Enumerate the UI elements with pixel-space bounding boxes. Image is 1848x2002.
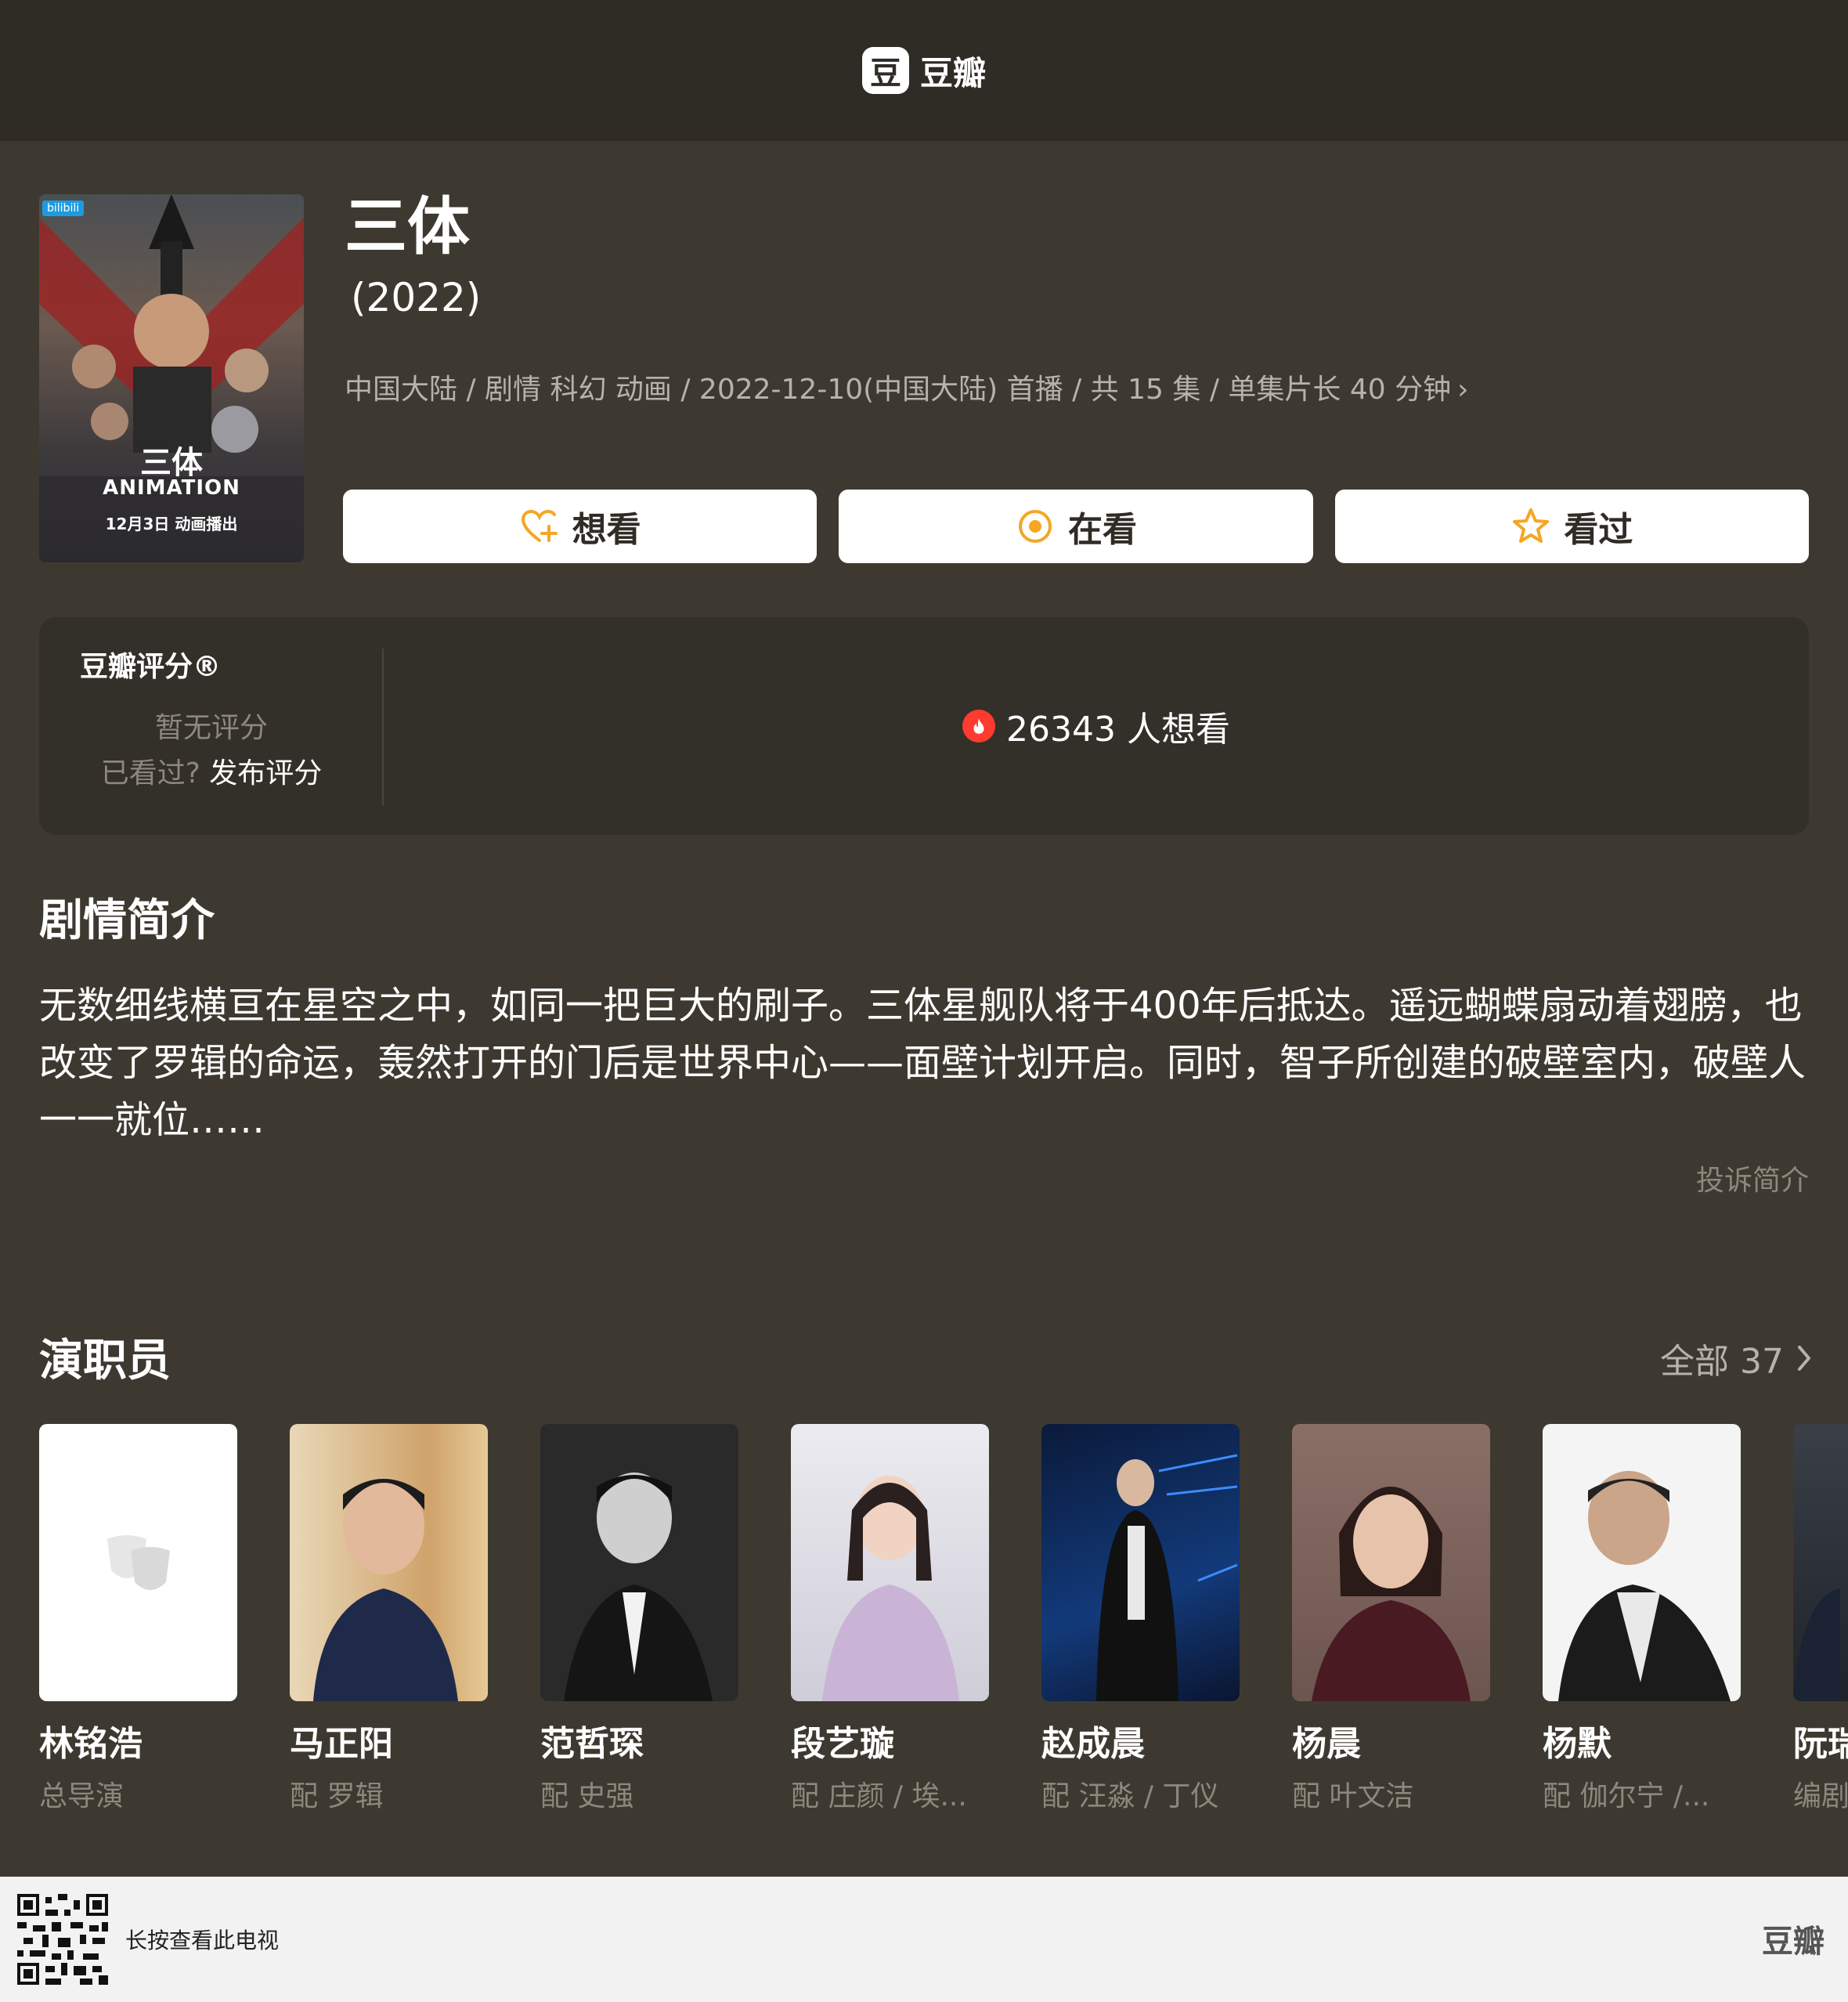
action-buttons: 想看 在看 看过 [343, 490, 1809, 563]
cast-name: 马正阳 [290, 1724, 393, 1764]
cast-item[interactable]: 马正阳 配 罗辑 [290, 1424, 488, 1814]
cast-photo [540, 1424, 738, 1701]
top-bar: 豆 豆瓣 [0, 0, 1848, 141]
douban-logo[interactable]: 豆 豆瓣 [861, 47, 986, 95]
cast-item[interactable]: 阮瑞 编剧 [1793, 1424, 1848, 1814]
show-year: (2022) [351, 275, 482, 320]
cast-name: 杨晨 [1292, 1724, 1361, 1764]
rating-label: 豆瓣评分® [80, 651, 222, 683]
synopsis-text[interactable]: 无数细线横亘在星空之中，如同一把巨大的刷子。三体星舰队将于400年后抵达。遥远蝴… [39, 978, 1825, 1149]
poster-artwork [39, 194, 304, 562]
cast-role: 编剧 [1793, 1780, 1848, 1812]
heart-plus-icon [521, 509, 558, 542]
cast-name: 赵成晨 [1041, 1724, 1145, 1764]
cast-item[interactable]: 杨晨 配 叶文洁 [1292, 1424, 1490, 1814]
douban-logo-text: 豆瓣 [919, 53, 986, 92]
cast-item[interactable]: 杨默 配 伽尔宁 /... [1543, 1424, 1741, 1814]
rating-score-area: 豆瓣评分® 暂无评分 已看过? 发布评分 [39, 617, 384, 835]
poster-date: 12月3日 动画播出 [105, 515, 238, 533]
cast-item[interactable]: 范哲琛 配 史强 [540, 1424, 738, 1814]
cast-role: 配 叶文洁 [1292, 1780, 1414, 1812]
rating-none: 暂无评分 [154, 712, 268, 744]
show-meta[interactable]: 中国大陆 / 剧情 科幻 动画 / 2022-12-10(中国大陆) 首播 / … [345, 367, 1832, 407]
flame-icon [962, 710, 996, 743]
cast-name: 范哲琛 [540, 1724, 644, 1764]
chevron-right-icon: › [1457, 374, 1469, 406]
show-meta-text: 中国大陆 / 剧情 科幻 动画 / 2022-12-10(中国大陆) 首播 / … [345, 374, 1452, 406]
show-title: 三体 [345, 190, 470, 263]
rating-prompt-text: 已看过? [100, 757, 200, 790]
rating-prompt: 已看过? 发布评分 [39, 750, 384, 791]
cast-role: 配 汪淼 / 丁仪 [1041, 1780, 1219, 1812]
cast-list[interactable]: 林铭浩 总导演 马正阳 配 罗辑 范哲琛 配 史强 段艺璇 配 庄颜 / 埃..… [39, 1424, 1848, 1816]
wish-count: 26343 人想看 [384, 617, 1809, 835]
cast-photo [791, 1424, 989, 1701]
cast-item[interactable]: 赵成晨 配 汪淼 / 丁仪 [1041, 1424, 1240, 1814]
cast-photo [290, 1424, 488, 1701]
watched-label: 看过 [1564, 510, 1633, 550]
cast-photo [1793, 1424, 1848, 1701]
cast-role: 配 伽尔宁 /... [1543, 1780, 1710, 1812]
star-icon [1513, 508, 1550, 543]
poster-subtitle: ANIMATION [103, 476, 240, 500]
cast-photo [1543, 1424, 1741, 1701]
report-synopsis-link[interactable]: 投诉简介 [1696, 1158, 1809, 1198]
douban-logo-mark: 豆 [861, 47, 909, 94]
chevron-right-icon [1798, 1346, 1810, 1371]
qr-code-icon[interactable] [17, 1894, 108, 1985]
theater-masks-icon [106, 1535, 170, 1590]
want-to-watch-button[interactable]: 想看 [343, 490, 818, 563]
cast-role: 配 史强 [540, 1780, 634, 1812]
rating-panel: 豆瓣评分® 暂无评分 已看过? 发布评分 26343 人想看 [39, 617, 1809, 835]
cast-photo [1041, 1424, 1240, 1701]
avatar-placeholder [39, 1424, 237, 1701]
cast-item[interactable]: 段艺璇 配 庄颜 / 埃... [791, 1424, 989, 1814]
platform-badge: bilibili [42, 201, 85, 216]
footer-banner: 长按查看此电视 豆瓣 [0, 1877, 1848, 2002]
synopsis-title: 剧情简介 [39, 895, 215, 946]
cast-title: 演职员 [39, 1335, 171, 1386]
wish-count-text: 26343 人想看 [1006, 710, 1230, 750]
watched-button[interactable]: 看过 [1334, 490, 1809, 563]
cast-name: 段艺璇 [791, 1724, 894, 1764]
see-all-cast-link[interactable]: 全部 37 [1660, 1333, 1814, 1383]
footer-logo: 豆瓣 [1762, 1924, 1825, 1960]
cast-photo [1292, 1424, 1490, 1701]
see-all-label: 全部 37 [1660, 1342, 1784, 1382]
cast-name: 林铭浩 [39, 1724, 143, 1764]
want-to-watch-label: 想看 [572, 510, 641, 550]
cast-name: 阮瑞 [1793, 1724, 1848, 1764]
target-icon [1018, 510, 1052, 543]
cast-name: 杨默 [1543, 1724, 1612, 1764]
footer-hint: 长按查看此电视 [125, 1928, 280, 1953]
poster-image[interactable]: bilibili 三体 ANIMATION 12月3日 动画播出 [39, 194, 304, 562]
watching-label: 在看 [1067, 510, 1137, 550]
cast-role: 配 庄颜 / 埃... [791, 1780, 967, 1812]
cast-role: 配 罗辑 [290, 1780, 384, 1812]
watching-button[interactable]: 在看 [839, 490, 1313, 563]
cast-role: 总导演 [39, 1780, 125, 1812]
post-rating-link[interactable]: 发布评分 [209, 757, 322, 790]
cast-item[interactable]: 林铭浩 总导演 [39, 1424, 237, 1814]
